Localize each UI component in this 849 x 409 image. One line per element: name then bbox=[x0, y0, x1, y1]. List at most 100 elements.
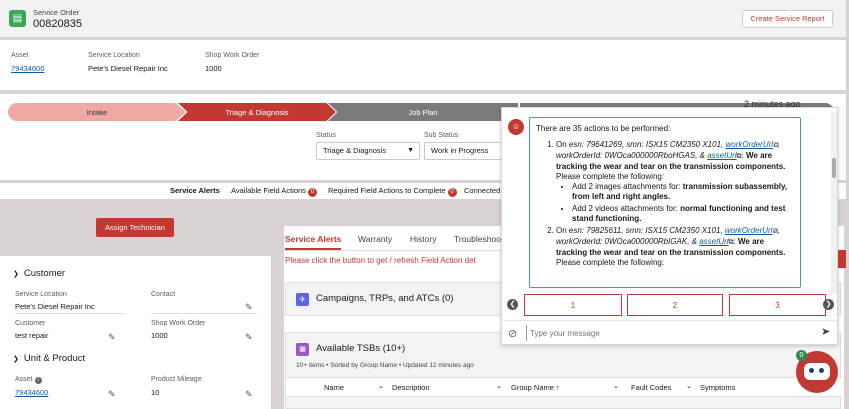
column-fault-codes[interactable]: Fault Codes bbox=[631, 383, 671, 392]
quick-reply-label: 2 bbox=[672, 300, 678, 310]
available-field-actions-label: Available Field Actions bbox=[231, 186, 306, 195]
chat-scrollbar[interactable] bbox=[831, 112, 837, 294]
path-step-job-plan[interactable]: Job Plan bbox=[328, 103, 518, 121]
text: Add 2 videos attachments for: bbox=[572, 204, 681, 213]
divider bbox=[151, 313, 257, 314]
substatus-value: Work in Progress bbox=[431, 146, 489, 155]
scrollbar-thumb[interactable] bbox=[832, 158, 836, 178]
contact-label: Contact bbox=[151, 291, 176, 298]
quick-reply-1[interactable]: 1 bbox=[524, 294, 622, 316]
substatus-select[interactable]: Work in Progress bbox=[424, 142, 504, 160]
required-count-badge: 0 bbox=[447, 188, 457, 197]
tab-history[interactable]: History bbox=[410, 234, 436, 244]
customer-section-header[interactable]: ❯ Customer bbox=[13, 268, 65, 279]
column-symptoms[interactable]: Symptoms bbox=[700, 383, 735, 392]
text: On bbox=[556, 140, 569, 149]
tab-service-alerts[interactable]: Service Alerts bbox=[285, 234, 342, 250]
status-value: Triage & Diagnosis bbox=[323, 146, 387, 155]
sub-action-item: Add 2 videos attachments for: normal fun… bbox=[572, 204, 794, 224]
smn-value: ISX15 CM2350 X101 bbox=[645, 140, 722, 149]
path-step-triage[interactable]: Triage & Diagnosis bbox=[178, 103, 336, 121]
chat-message: There are 35 actions to be performed: On… bbox=[529, 117, 801, 288]
esn-value: 79641269 bbox=[586, 140, 622, 149]
text: Please complete the following: bbox=[556, 172, 665, 181]
chat-intro: There are 35 actions to be performed: bbox=[536, 124, 671, 133]
sub-action-item: Add 2 images attachments for: transmissi… bbox=[572, 182, 794, 202]
unit-asset-link[interactable]: 79434600 bbox=[15, 388, 48, 397]
service-location-value: Pete's Diesel Repair Inc bbox=[15, 302, 95, 311]
details-panel: ❯ Customer Service Location Pete's Diesel… bbox=[0, 256, 271, 409]
quick-reply-label: 1 bbox=[570, 300, 576, 310]
text: esn: bbox=[568, 140, 587, 149]
service-order-icon: ▤ bbox=[9, 10, 26, 27]
swo-label: Shop Work Order bbox=[151, 320, 206, 327]
pencil-icon[interactable]: ✎ bbox=[245, 389, 253, 400]
text: esn: bbox=[568, 226, 587, 235]
tsb-subtitle: 10+ items • Sorted by Group Name • Updat… bbox=[296, 362, 474, 369]
service-location-label: Service Location bbox=[88, 52, 140, 59]
chat-panel: ☺ There are 35 actions to be performed: … bbox=[501, 107, 838, 345]
customer-label: Customer bbox=[15, 320, 46, 327]
column-description[interactable]: Description bbox=[392, 383, 430, 392]
scroll-left-button[interactable]: ❮ bbox=[507, 299, 518, 310]
column-name[interactable]: Name bbox=[324, 383, 344, 392]
highlights-panel: Asset 79434600 Service Location Pete's D… bbox=[0, 40, 846, 90]
refresh-message: Please click the button to get / refresh… bbox=[285, 256, 476, 265]
create-service-report-button[interactable]: Create Service Report bbox=[742, 10, 833, 28]
customer-section-title: Customer bbox=[23, 268, 66, 279]
bot-notification-badge: 0 bbox=[796, 350, 807, 361]
asset-url-link[interactable]: assetUrl bbox=[699, 237, 728, 246]
available-field-actions[interactable]: Available Field Actions 0 bbox=[231, 186, 317, 197]
send-icon[interactable]: ➤ bbox=[821, 325, 830, 338]
work-order-link[interactable]: workOrderUrl bbox=[725, 140, 773, 149]
campaigns-icon: ✈ bbox=[296, 293, 309, 306]
robot-eye bbox=[809, 368, 814, 373]
mileage-label: Product Mileage bbox=[151, 376, 202, 383]
swo-value: 1000 bbox=[151, 331, 168, 340]
scroll-right-button[interactable]: ❯ bbox=[823, 299, 834, 310]
tsb-title: Available TSBs (10+) bbox=[316, 343, 406, 354]
quick-reply-3[interactable]: 3 bbox=[729, 294, 826, 316]
quick-reply-2[interactable]: 2 bbox=[627, 294, 723, 316]
status-select[interactable]: Triage & Diagnosis ▼ bbox=[316, 142, 420, 160]
text: Add 2 images attachments for: bbox=[572, 182, 683, 191]
text: , & bbox=[687, 237, 700, 246]
pencil-icon[interactable]: ✎ bbox=[108, 389, 116, 400]
chevron-down-icon[interactable]: ⌄ bbox=[496, 382, 502, 390]
attachment-icon[interactable]: ⊘ bbox=[508, 327, 517, 340]
available-count-badge: 0 bbox=[307, 188, 317, 197]
path-step-intake[interactable]: Intake bbox=[8, 103, 186, 121]
service-alerts-heading: Service Alerts bbox=[170, 186, 220, 195]
text: , & bbox=[695, 151, 708, 160]
column-group-name[interactable]: Group Name ↑ bbox=[511, 383, 560, 392]
text: , smn: bbox=[621, 226, 646, 235]
text: Please complete the following: bbox=[556, 258, 665, 267]
chat-input[interactable] bbox=[526, 325, 806, 341]
quick-reply-label: 3 bbox=[775, 300, 780, 310]
unit-asset-label: Asset i bbox=[15, 376, 42, 384]
chevron-down-icon[interactable]: ⌄ bbox=[686, 382, 692, 390]
record-header: ▤ Service Order 00820835 Create Service … bbox=[0, 0, 846, 37]
asset-url-link[interactable]: assetUrl bbox=[707, 151, 736, 160]
unit-section-header[interactable]: ❯ Unit & Product bbox=[13, 353, 85, 364]
work-order-link[interactable]: workOrderUrl bbox=[725, 226, 773, 235]
asset-link[interactable]: 79434600 bbox=[11, 64, 44, 73]
service-location-label: Service Location bbox=[15, 291, 67, 298]
substatus-label: Sub Status bbox=[424, 132, 459, 139]
info-icon: i bbox=[34, 377, 42, 384]
assign-technician-button[interactable]: Assign Technician bbox=[96, 218, 174, 237]
bot-avatar-icon: ☺ bbox=[508, 119, 524, 135]
path-step-job-plan-label: Job Plan bbox=[408, 107, 438, 117]
tab-warranty[interactable]: Warranty bbox=[358, 234, 392, 244]
pencil-icon[interactable]: ✎ bbox=[245, 302, 253, 313]
chevron-down-icon[interactable]: ⌄ bbox=[613, 382, 619, 390]
divider bbox=[502, 320, 837, 321]
pencil-icon[interactable]: ✎ bbox=[245, 332, 253, 343]
external-link-icon: ⧉ bbox=[728, 239, 734, 246]
tab-troubleshooting[interactable]: Troubleshoo bbox=[454, 234, 501, 244]
pencil-icon[interactable]: ✎ bbox=[108, 332, 116, 343]
required-field-actions[interactable]: Required Field Actions to Complete 0 bbox=[328, 186, 457, 197]
chevron-down-icon[interactable]: ⌄ bbox=[378, 382, 384, 390]
divider bbox=[15, 313, 125, 314]
action-list: On esn: 79641269 , smn: ISX15 CM2350 X101… bbox=[536, 140, 794, 268]
